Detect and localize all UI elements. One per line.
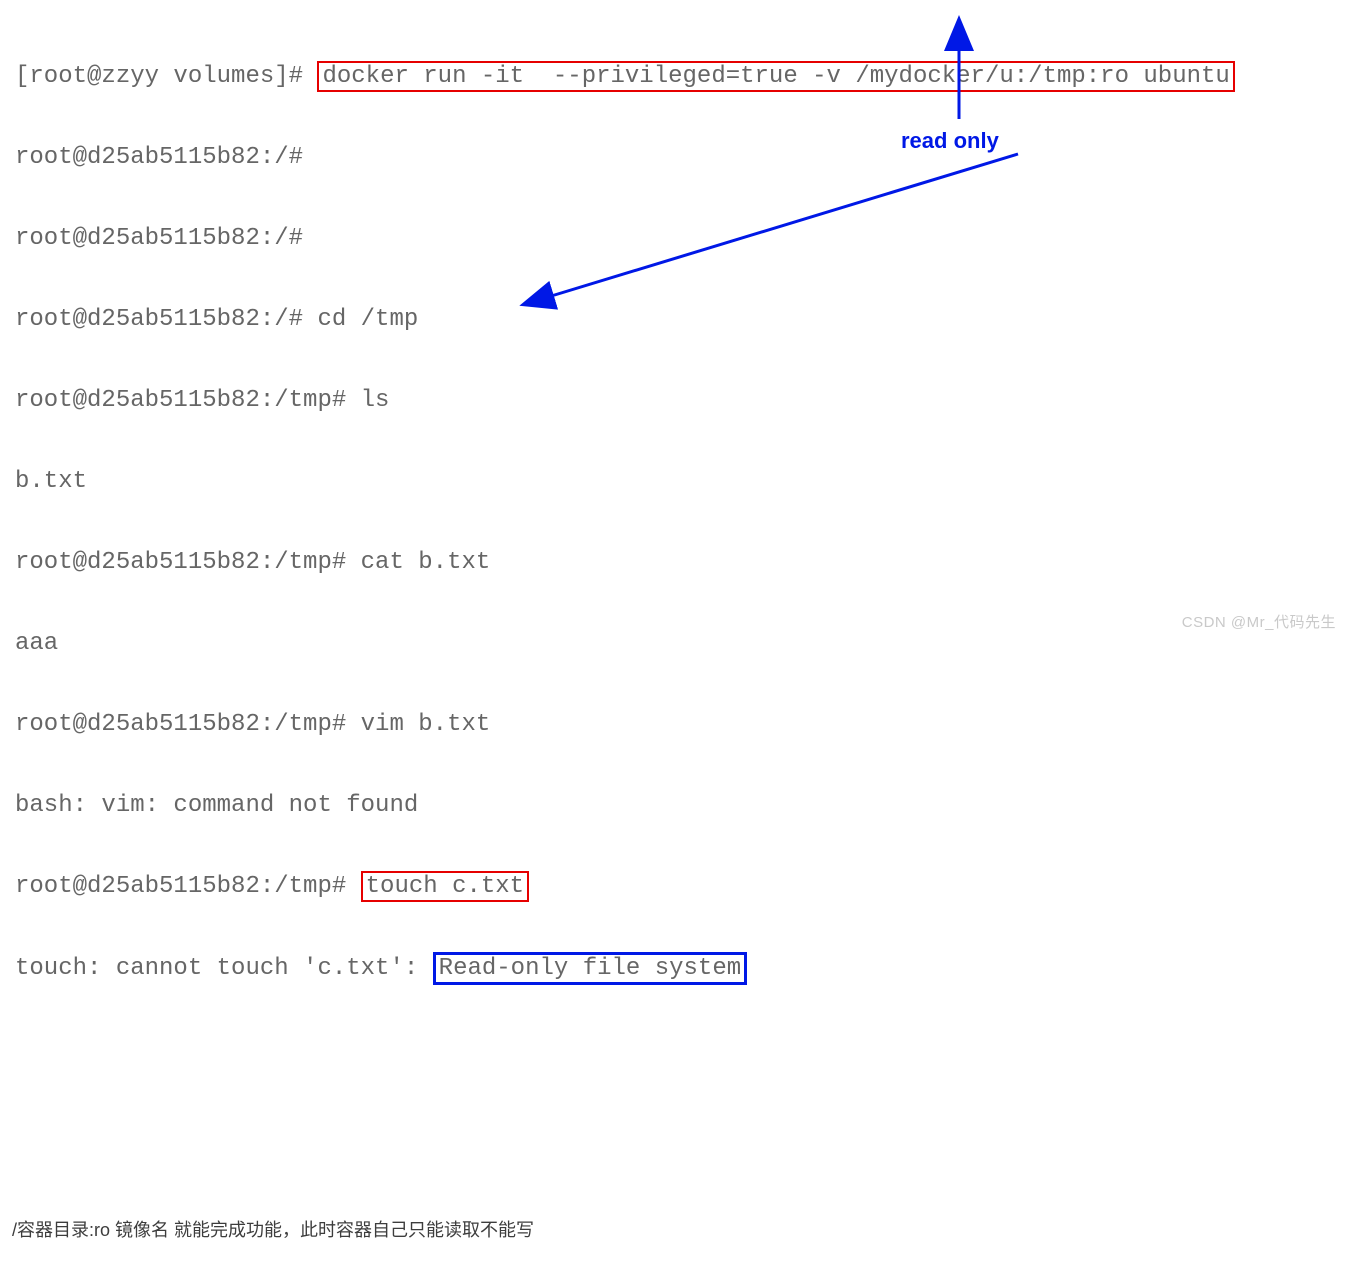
terminal-line: root@d25ab5115b82:/# xyxy=(15,144,1337,171)
terminal-line: root@d25ab5115b82:/tmp# vim b.txt xyxy=(15,711,1337,738)
terminal-line: [root@zzyy volumes]# docker run -it --pr… xyxy=(15,63,1337,90)
note-1: /容器目录:ro 镜像名 就能完成功能，此时容器自己只能读取不能写 xyxy=(12,1216,1340,1242)
watermark: CSDN @Mr_代码先生 xyxy=(1182,611,1336,632)
terminal-line: root@d25ab5115b82:/tmp# cat b.txt xyxy=(15,549,1337,576)
terminal-line: root@d25ab5115b82:/# xyxy=(15,225,1337,252)
highlight-touch-cmd: touch c.txt xyxy=(361,871,529,902)
terminal-line: root@d25ab5115b82:/# cd /tmp xyxy=(15,306,1337,333)
terminal-line: root@d25ab5115b82:/tmp# ls xyxy=(15,387,1337,414)
annotation-read-only-label: read only xyxy=(901,127,999,154)
terminal-block: [root@zzyy volumes]# docker run -it --pr… xyxy=(12,8,1340,1146)
highlight-readonly-msg: Read-only file system xyxy=(433,952,747,985)
terminal-line: touch: cannot touch 'c.txt': Read-only f… xyxy=(15,954,1337,983)
output-prefix: touch: cannot touch 'c.txt': xyxy=(15,955,433,982)
annotation-arrows xyxy=(13,9,1173,339)
prompt: root@d25ab5115b82:/tmp# xyxy=(15,873,361,900)
terminal-line: bash: vim: command not found xyxy=(15,792,1337,819)
terminal-line: aaa xyxy=(15,630,1337,657)
highlight-docker-cmd: docker run -it --privileged=true -v /myd… xyxy=(317,61,1234,92)
terminal-line: root@d25ab5115b82:/tmp# touch c.txt xyxy=(15,873,1337,900)
terminal-line: b.txt xyxy=(15,468,1337,495)
prompt: [root@zzyy volumes]# xyxy=(15,63,317,90)
